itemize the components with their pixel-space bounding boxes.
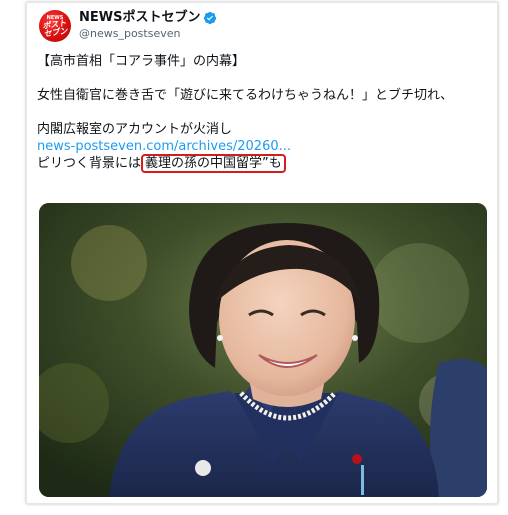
avatar-label-main: ポスト セブン bbox=[41, 18, 68, 39]
tweet-header: NEWS ポスト セブン NEWSポストセブン @news_postseven bbox=[39, 9, 217, 43]
verified-badge-icon bbox=[204, 11, 217, 25]
tweet-line-quote: 女性自衛官に巻き舌で「遊びに来てるわけちゃうねん！」とブチ切れ、 bbox=[37, 88, 454, 103]
display-name-row: NEWSポストセブン bbox=[79, 10, 217, 26]
photo-image bbox=[39, 203, 487, 497]
article-link[interactable]: news-postseven.com/archives/20260... bbox=[37, 139, 291, 154]
highlighted-phrase-text: 義理の孫の中国留学 bbox=[145, 156, 263, 171]
tweet-line-background: ピリつく背景には 義理の孫の中国留学”も bbox=[37, 154, 492, 173]
highlighted-phrase: 義理の孫の中国留学”も bbox=[141, 154, 286, 173]
tweet-line-background-prefix: ピリつく背景には bbox=[37, 156, 142, 171]
tweet-text: 【高市首相「コアラ事件」の内幕】 女性自衛官に巻き舌で「遊びに来てるわけちゃうね… bbox=[37, 53, 492, 173]
tweet-photo[interactable] bbox=[39, 203, 487, 497]
tweet-line-response: 内閣広報室のアカウントが火消し bbox=[37, 122, 233, 137]
account-handle[interactable]: @news_postseven bbox=[79, 26, 217, 42]
highlighted-phrase-suffix: ”も bbox=[262, 156, 282, 171]
tweet-line-headline: 【高市首相「コアラ事件」の内幕】 bbox=[37, 54, 246, 69]
tweet-card[interactable]: NEWS ポスト セブン NEWSポストセブン @news_postseven 【… bbox=[26, 2, 498, 504]
account-names: NEWSポストセブン @news_postseven bbox=[79, 10, 217, 42]
avatar[interactable]: NEWS ポスト セブン bbox=[39, 10, 71, 42]
display-name[interactable]: NEWSポストセブン bbox=[79, 10, 200, 26]
